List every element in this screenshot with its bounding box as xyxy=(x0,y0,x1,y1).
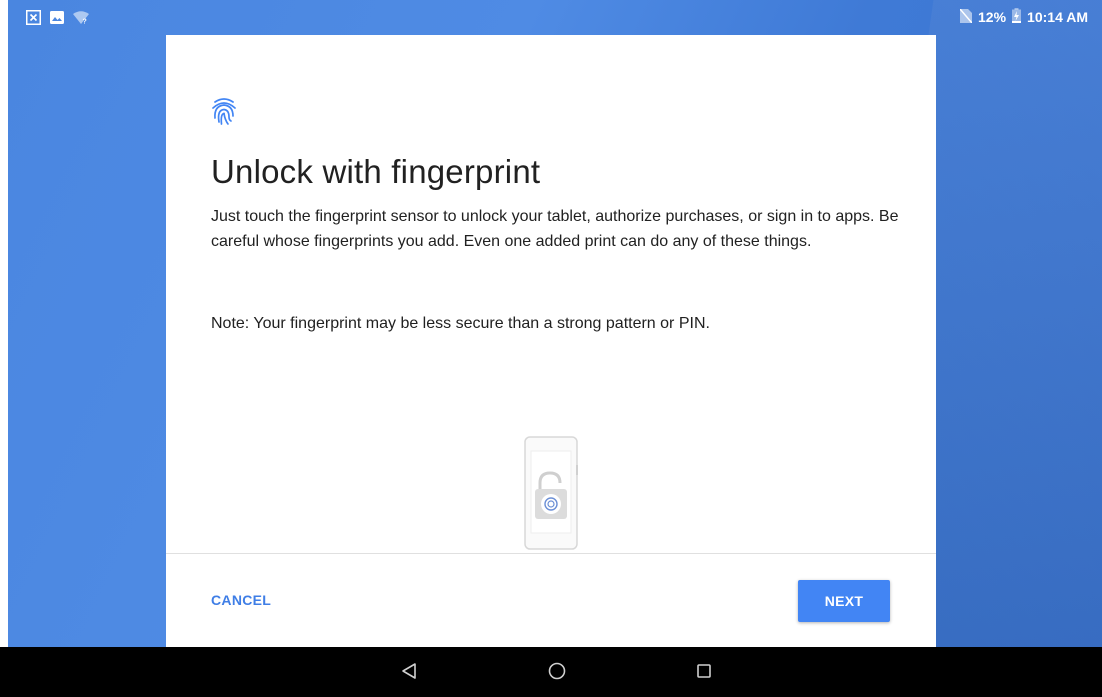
cancel-button[interactable]: CANCEL xyxy=(211,592,271,608)
divider xyxy=(166,553,936,554)
image-icon xyxy=(50,11,64,27)
wifi-question-icon: ? xyxy=(73,11,89,27)
svg-text:?: ? xyxy=(83,19,87,25)
fingerprint-icon xyxy=(211,96,237,131)
navigation-bar xyxy=(0,647,1102,697)
note-text: Note: Your fingerprint may be less secur… xyxy=(211,315,710,332)
description-text: Just touch the fingerprint sensor to unl… xyxy=(211,208,899,250)
status-bar: ? 12% 10:14 AM xyxy=(8,0,1102,34)
page-title: Unlock with fingerprint xyxy=(211,153,541,190)
back-icon[interactable] xyxy=(401,662,417,685)
screenshot-icon xyxy=(26,10,41,28)
no-sim-icon xyxy=(959,8,973,26)
fingerprint-setup-card: Unlock with fingerprint Just touch the f… xyxy=(166,35,936,647)
next-button[interactable]: NEXT xyxy=(798,580,890,622)
battery-percent: 12% xyxy=(978,9,1007,25)
home-icon[interactable] xyxy=(548,662,566,685)
battery-charging-icon xyxy=(1012,8,1022,26)
recents-icon[interactable] xyxy=(697,664,711,683)
clock: 10:14 AM xyxy=(1027,9,1088,25)
tablet-unlock-fingerprint-illustration xyxy=(523,435,579,560)
